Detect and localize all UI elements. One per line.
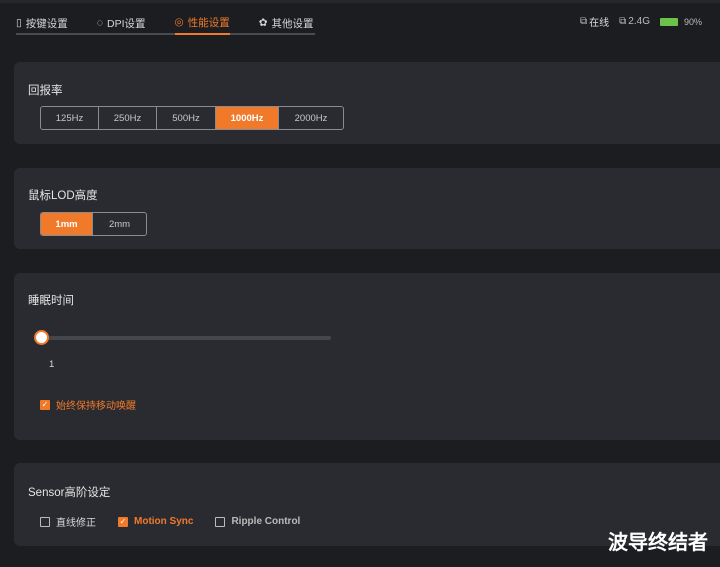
sleep-card: 睡眠时间 1 ✓ 始终保持移动唤醒 [14, 273, 720, 440]
tab-dpi[interactable]: ◌ DPI设置 [97, 13, 146, 33]
motion-sync-checkbox[interactable]: ✓ Motion Sync [118, 514, 193, 529]
slider-handle[interactable] [34, 330, 49, 345]
option-1mm[interactable]: 1mm [41, 213, 93, 235]
link-icon: ⧉ [619, 16, 627, 27]
watermark: 波导终结者 [608, 530, 708, 554]
lod-card: 鼠标LOD高度 1mm 2mm [14, 168, 720, 249]
status-bar: ⧉ 在线 ⧉ 2.4G 90% [580, 14, 702, 29]
check-icon: ✓ [118, 516, 128, 527]
option-250hz[interactable]: 250Hz [99, 107, 157, 129]
battery-icon [659, 17, 678, 26]
check-icon: ✓ [40, 399, 50, 410]
option-500hz[interactable]: 500Hz [157, 107, 216, 129]
tab-performance[interactable]: ◎ 性能设置 [174, 13, 230, 35]
sensor-title: Sensor高阶设定 [28, 487, 111, 499]
sleep-value: 1 [49, 359, 55, 370]
wireless-mode: ⧉ 2.4G [619, 16, 650, 27]
lod-title: 鼠标LOD高度 [28, 190, 98, 202]
polling-rate-title: 回报率 [28, 85, 63, 97]
battery-status: 90% [659, 17, 702, 27]
top-border [0, 0, 720, 3]
mouse-icon: ▯ [16, 17, 22, 29]
performance-icon: ◎ [174, 16, 184, 28]
checkbox-icon [215, 516, 226, 527]
tab-buttons[interactable]: ▯ 按键设置 [16, 13, 68, 33]
polling-rate-card: 回报率 125Hz 250Hz 500Hz 1000Hz 2000Hz [14, 62, 720, 144]
option-2mm[interactable]: 2mm [93, 213, 146, 235]
angle-snap-checkbox[interactable]: 直线修正 [40, 514, 96, 529]
lod-selector: 1mm 2mm [40, 212, 147, 236]
option-1000hz[interactable]: 1000Hz [216, 107, 279, 129]
keep-awake-checkbox[interactable]: ✓ 始终保持移动唤醒 [40, 397, 136, 412]
sleep-title: 睡眠时间 [28, 295, 74, 307]
connection-status: ⧉ 在线 [580, 16, 610, 29]
tab-other[interactable]: ✿ 其他设置 [259, 13, 314, 33]
ripple-control-checkbox[interactable]: Ripple Control [215, 514, 300, 529]
tab-bar: ▯ 按键设置 ◌ DPI设置 ◎ 性能设置 ✿ 其他设置 [16, 13, 315, 35]
sleep-slider[interactable] [34, 330, 331, 345]
option-125hz[interactable]: 125Hz [41, 107, 99, 129]
polling-rate-selector: 125Hz 250Hz 500Hz 1000Hz 2000Hz [40, 106, 344, 130]
checkbox-icon [40, 516, 50, 527]
crosshair-icon: ◌ [96, 17, 104, 29]
gear-icon: ✿ [258, 17, 268, 29]
link-icon: ⧉ [580, 16, 588, 27]
option-2000hz[interactable]: 2000Hz [279, 107, 343, 129]
